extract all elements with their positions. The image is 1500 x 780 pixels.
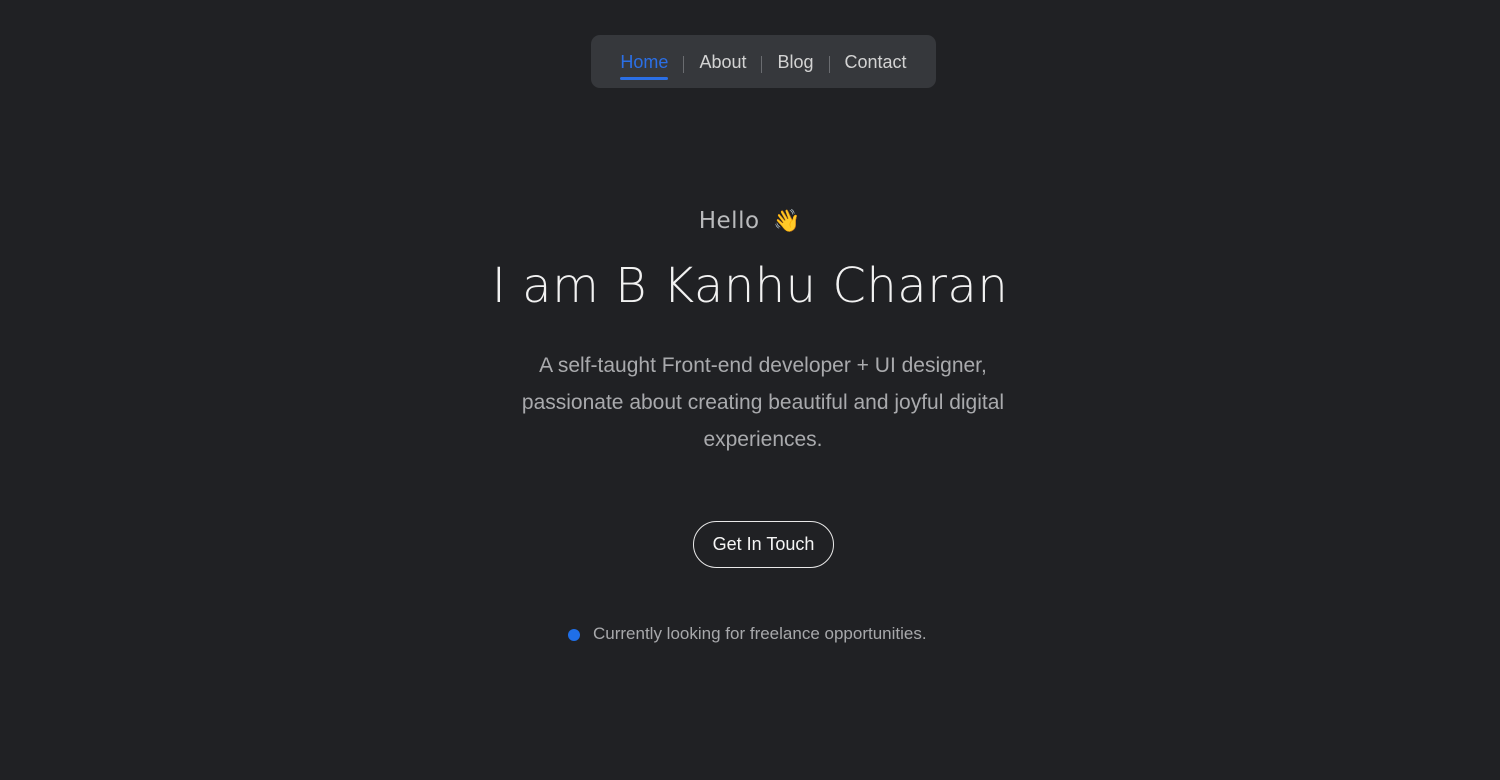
nav-separator (761, 56, 763, 73)
status-text: Currently looking for freelance opportun… (593, 624, 927, 643)
hero-description: A self-taught Front-end developer + UI d… (521, 354, 1005, 451)
nav-blog-link[interactable]: Blog (777, 50, 813, 74)
top-nav: Home About Blog Contact (591, 35, 936, 88)
nav-contact-link[interactable]: Contact (845, 50, 907, 74)
nav-separator (683, 56, 685, 73)
page: Home About Blog Contact Hello 👋 I am B K… (0, 0, 1500, 780)
nav-about-link[interactable]: About (699, 50, 746, 74)
nav-home-link[interactable]: Home (620, 50, 669, 80)
status-dot-icon (568, 628, 580, 641)
greeting-text: Hello (698, 208, 760, 234)
waving-hand-icon: 👋 (773, 209, 802, 234)
nav-separator (828, 56, 830, 73)
get-in-touch-button[interactable]: Get In Touch (693, 521, 834, 568)
hero-greeting: Hello 👋 (0, 208, 1500, 234)
availability-status: Currently looking for freelance opportun… (568, 624, 927, 644)
hero-title: I am B Kanhu Charan (491, 258, 1009, 314)
